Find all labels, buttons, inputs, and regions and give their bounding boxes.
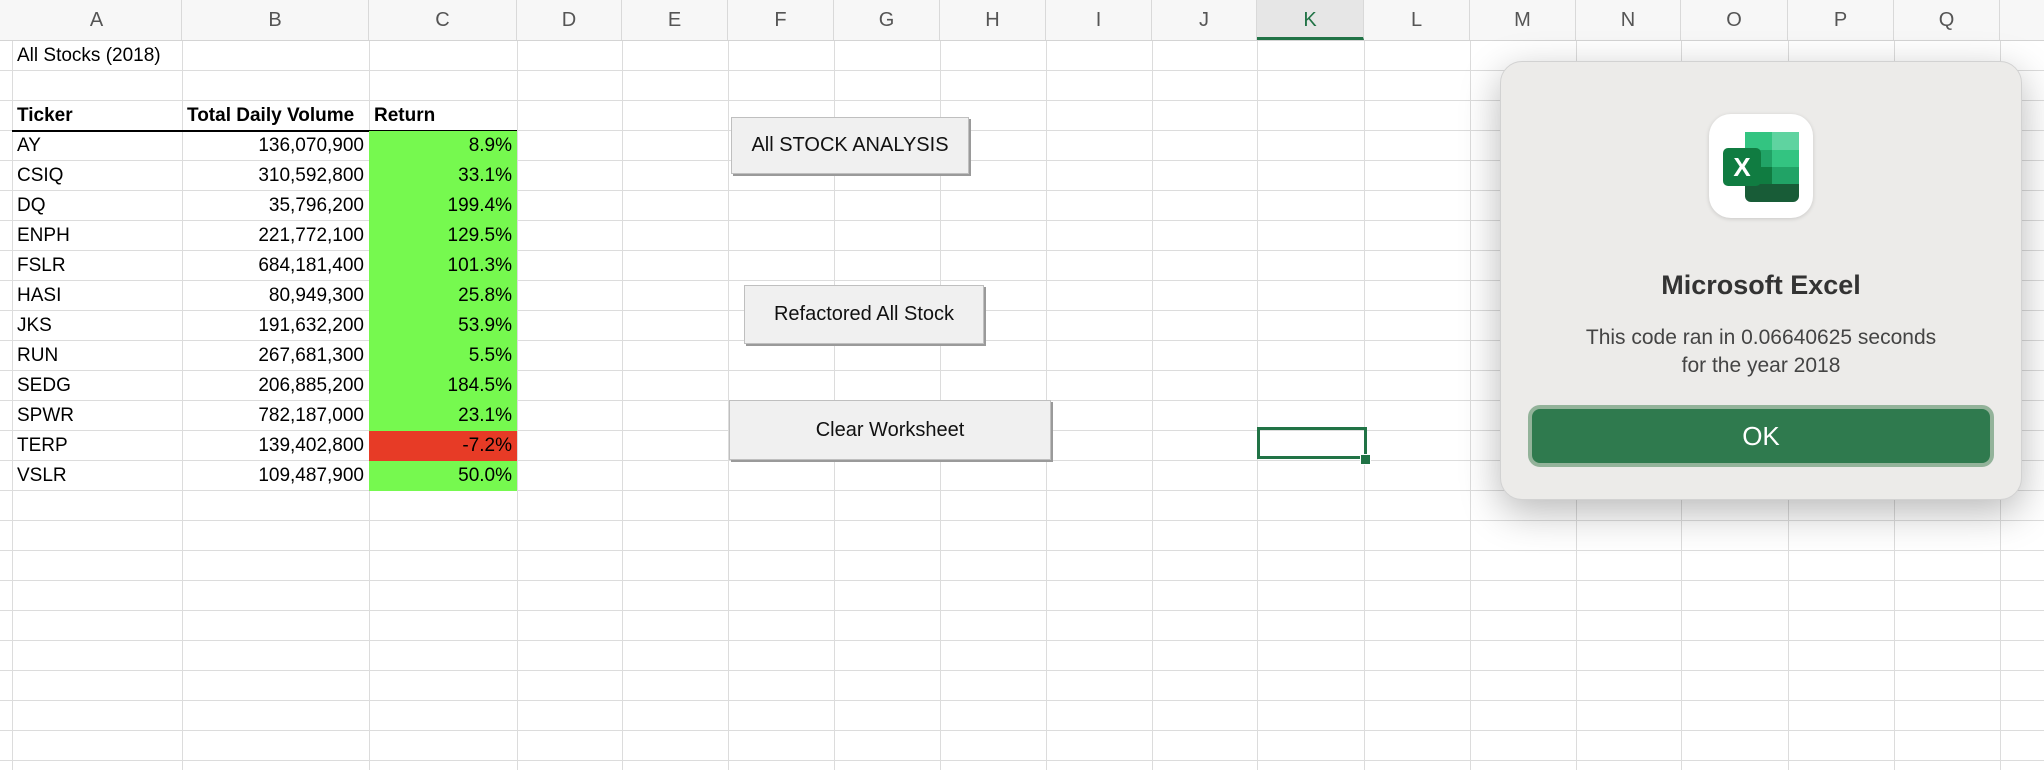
column-header-bar: ABCDEFGHIJKLMNOPQ [0, 0, 2044, 41]
ticker-cell[interactable]: CSIQ [12, 161, 182, 191]
row-gridline [0, 580, 2044, 581]
column-gridline [1364, 0, 1365, 770]
row-gridline [0, 610, 2044, 611]
return-cell[interactable]: 199.4% [369, 191, 517, 221]
return-cell[interactable]: 184.5% [369, 371, 517, 401]
column-header-d[interactable]: D [517, 0, 622, 40]
refactored-all-stock-button[interactable]: Refactored All Stock [744, 285, 984, 344]
row-gridline [0, 670, 2044, 671]
volume-cell[interactable]: 136,070,900 [182, 131, 369, 161]
row-gridline [0, 760, 2044, 761]
return-cell[interactable]: 53.9% [369, 311, 517, 341]
volume-cell[interactable]: 35,796,200 [182, 191, 369, 221]
clear-worksheet-button[interactable]: Clear Worksheet [729, 400, 1051, 460]
column-gridline [728, 0, 729, 770]
return-cell[interactable]: 101.3% [369, 251, 517, 281]
column-header-c[interactable]: C [369, 0, 517, 40]
column-gridline [1152, 0, 1153, 770]
return-cell[interactable]: 8.9% [369, 131, 517, 161]
volume-cell[interactable]: 310,592,800 [182, 161, 369, 191]
cell-a1-title[interactable]: All Stocks (2018) [12, 41, 182, 71]
header-total-daily-volume[interactable]: Total Daily Volume [182, 101, 368, 131]
column-gridline [517, 0, 518, 770]
volume-cell[interactable]: 221,772,100 [182, 221, 369, 251]
ticker-cell[interactable]: TERP [12, 431, 182, 461]
column-header-i[interactable]: I [1046, 0, 1152, 40]
fill-handle[interactable] [1360, 454, 1371, 465]
ticker-cell[interactable]: HASI [12, 281, 182, 311]
column-header-o[interactable]: O [1681, 0, 1788, 40]
ticker-cell[interactable]: ENPH [12, 221, 182, 251]
volume-cell[interactable]: 139,402,800 [182, 431, 369, 461]
all-stock-analysis-button[interactable]: All STOCK ANALYSIS [731, 117, 969, 174]
ticker-cell[interactable]: DQ [12, 191, 182, 221]
alert-dialog: X Microsoft Excel This code ran in 0.066… [1500, 61, 2022, 500]
volume-cell[interactable]: 684,181,400 [182, 251, 369, 281]
column-header-b[interactable]: B [182, 0, 369, 40]
header-return[interactable]: Return [369, 101, 517, 131]
volume-cell[interactable]: 191,632,200 [182, 311, 369, 341]
volume-cell[interactable]: 782,187,000 [182, 401, 369, 431]
ok-button[interactable]: OK [1528, 405, 1994, 467]
row-gridline [0, 520, 2044, 521]
column-header-m[interactable]: M [1470, 0, 1576, 40]
column-header-n[interactable]: N [1576, 0, 1681, 40]
ticker-cell[interactable]: AY [12, 131, 182, 161]
header-ticker[interactable]: Ticker [12, 101, 182, 131]
ticker-cell[interactable]: FSLR [12, 251, 182, 281]
row-gridline [0, 640, 2044, 641]
excel-icon-letter: X [1733, 152, 1751, 182]
column-header-g[interactable]: G [834, 0, 940, 40]
return-cell[interactable]: -7.2% [369, 431, 517, 461]
return-cell[interactable]: 33.1% [369, 161, 517, 191]
dialog-title: Microsoft Excel [1661, 270, 1861, 300]
column-gridline [1046, 0, 1047, 770]
volume-cell[interactable]: 109,487,900 [182, 461, 369, 491]
column-gridline [834, 0, 835, 770]
excel-app-icon: X [1709, 114, 1813, 218]
selected-cell-k15[interactable] [1257, 427, 1367, 459]
volume-cell[interactable]: 267,681,300 [182, 341, 369, 371]
column-header-p[interactable]: P [1788, 0, 1894, 40]
column-gridline [940, 0, 941, 770]
ticker-cell[interactable]: VSLR [12, 461, 182, 491]
return-cell[interactable]: 129.5% [369, 221, 517, 251]
column-header-k[interactable]: K [1257, 0, 1364, 40]
volume-cell[interactable]: 80,949,300 [182, 281, 369, 311]
row-gridline [0, 550, 2044, 551]
column-gridline [1470, 0, 1471, 770]
return-cell[interactable]: 23.1% [369, 401, 517, 431]
ticker-cell[interactable]: SPWR [12, 401, 182, 431]
column-header-h[interactable]: H [940, 0, 1046, 40]
return-cell[interactable]: 50.0% [369, 461, 517, 491]
column-header-f[interactable]: F [728, 0, 834, 40]
column-header-l[interactable]: L [1364, 0, 1470, 40]
dialog-message-line-2: for the year 2018 [1681, 354, 1841, 377]
column-header-e[interactable]: E [622, 0, 728, 40]
ticker-cell[interactable]: RUN [12, 341, 182, 371]
column-header-q[interactable]: Q [1894, 0, 2000, 40]
return-cell[interactable]: 25.8% [369, 281, 517, 311]
volume-cell[interactable]: 206,885,200 [182, 371, 369, 401]
dialog-message-line-1: This code ran in 0.06640625 seconds [1585, 326, 1937, 349]
dialog-message: This code ran in 0.06640625 seconds for … [1541, 324, 1981, 380]
column-header-a[interactable]: A [12, 0, 182, 40]
column-gridline [1257, 0, 1258, 770]
ticker-cell[interactable]: JKS [12, 311, 182, 341]
column-gridline [622, 0, 623, 770]
ticker-cell[interactable]: SEDG [12, 371, 182, 401]
column-header-j[interactable]: J [1152, 0, 1257, 40]
row-gridline [0, 730, 2044, 731]
row-gridline [0, 700, 2044, 701]
return-cell[interactable]: 5.5% [369, 341, 517, 371]
